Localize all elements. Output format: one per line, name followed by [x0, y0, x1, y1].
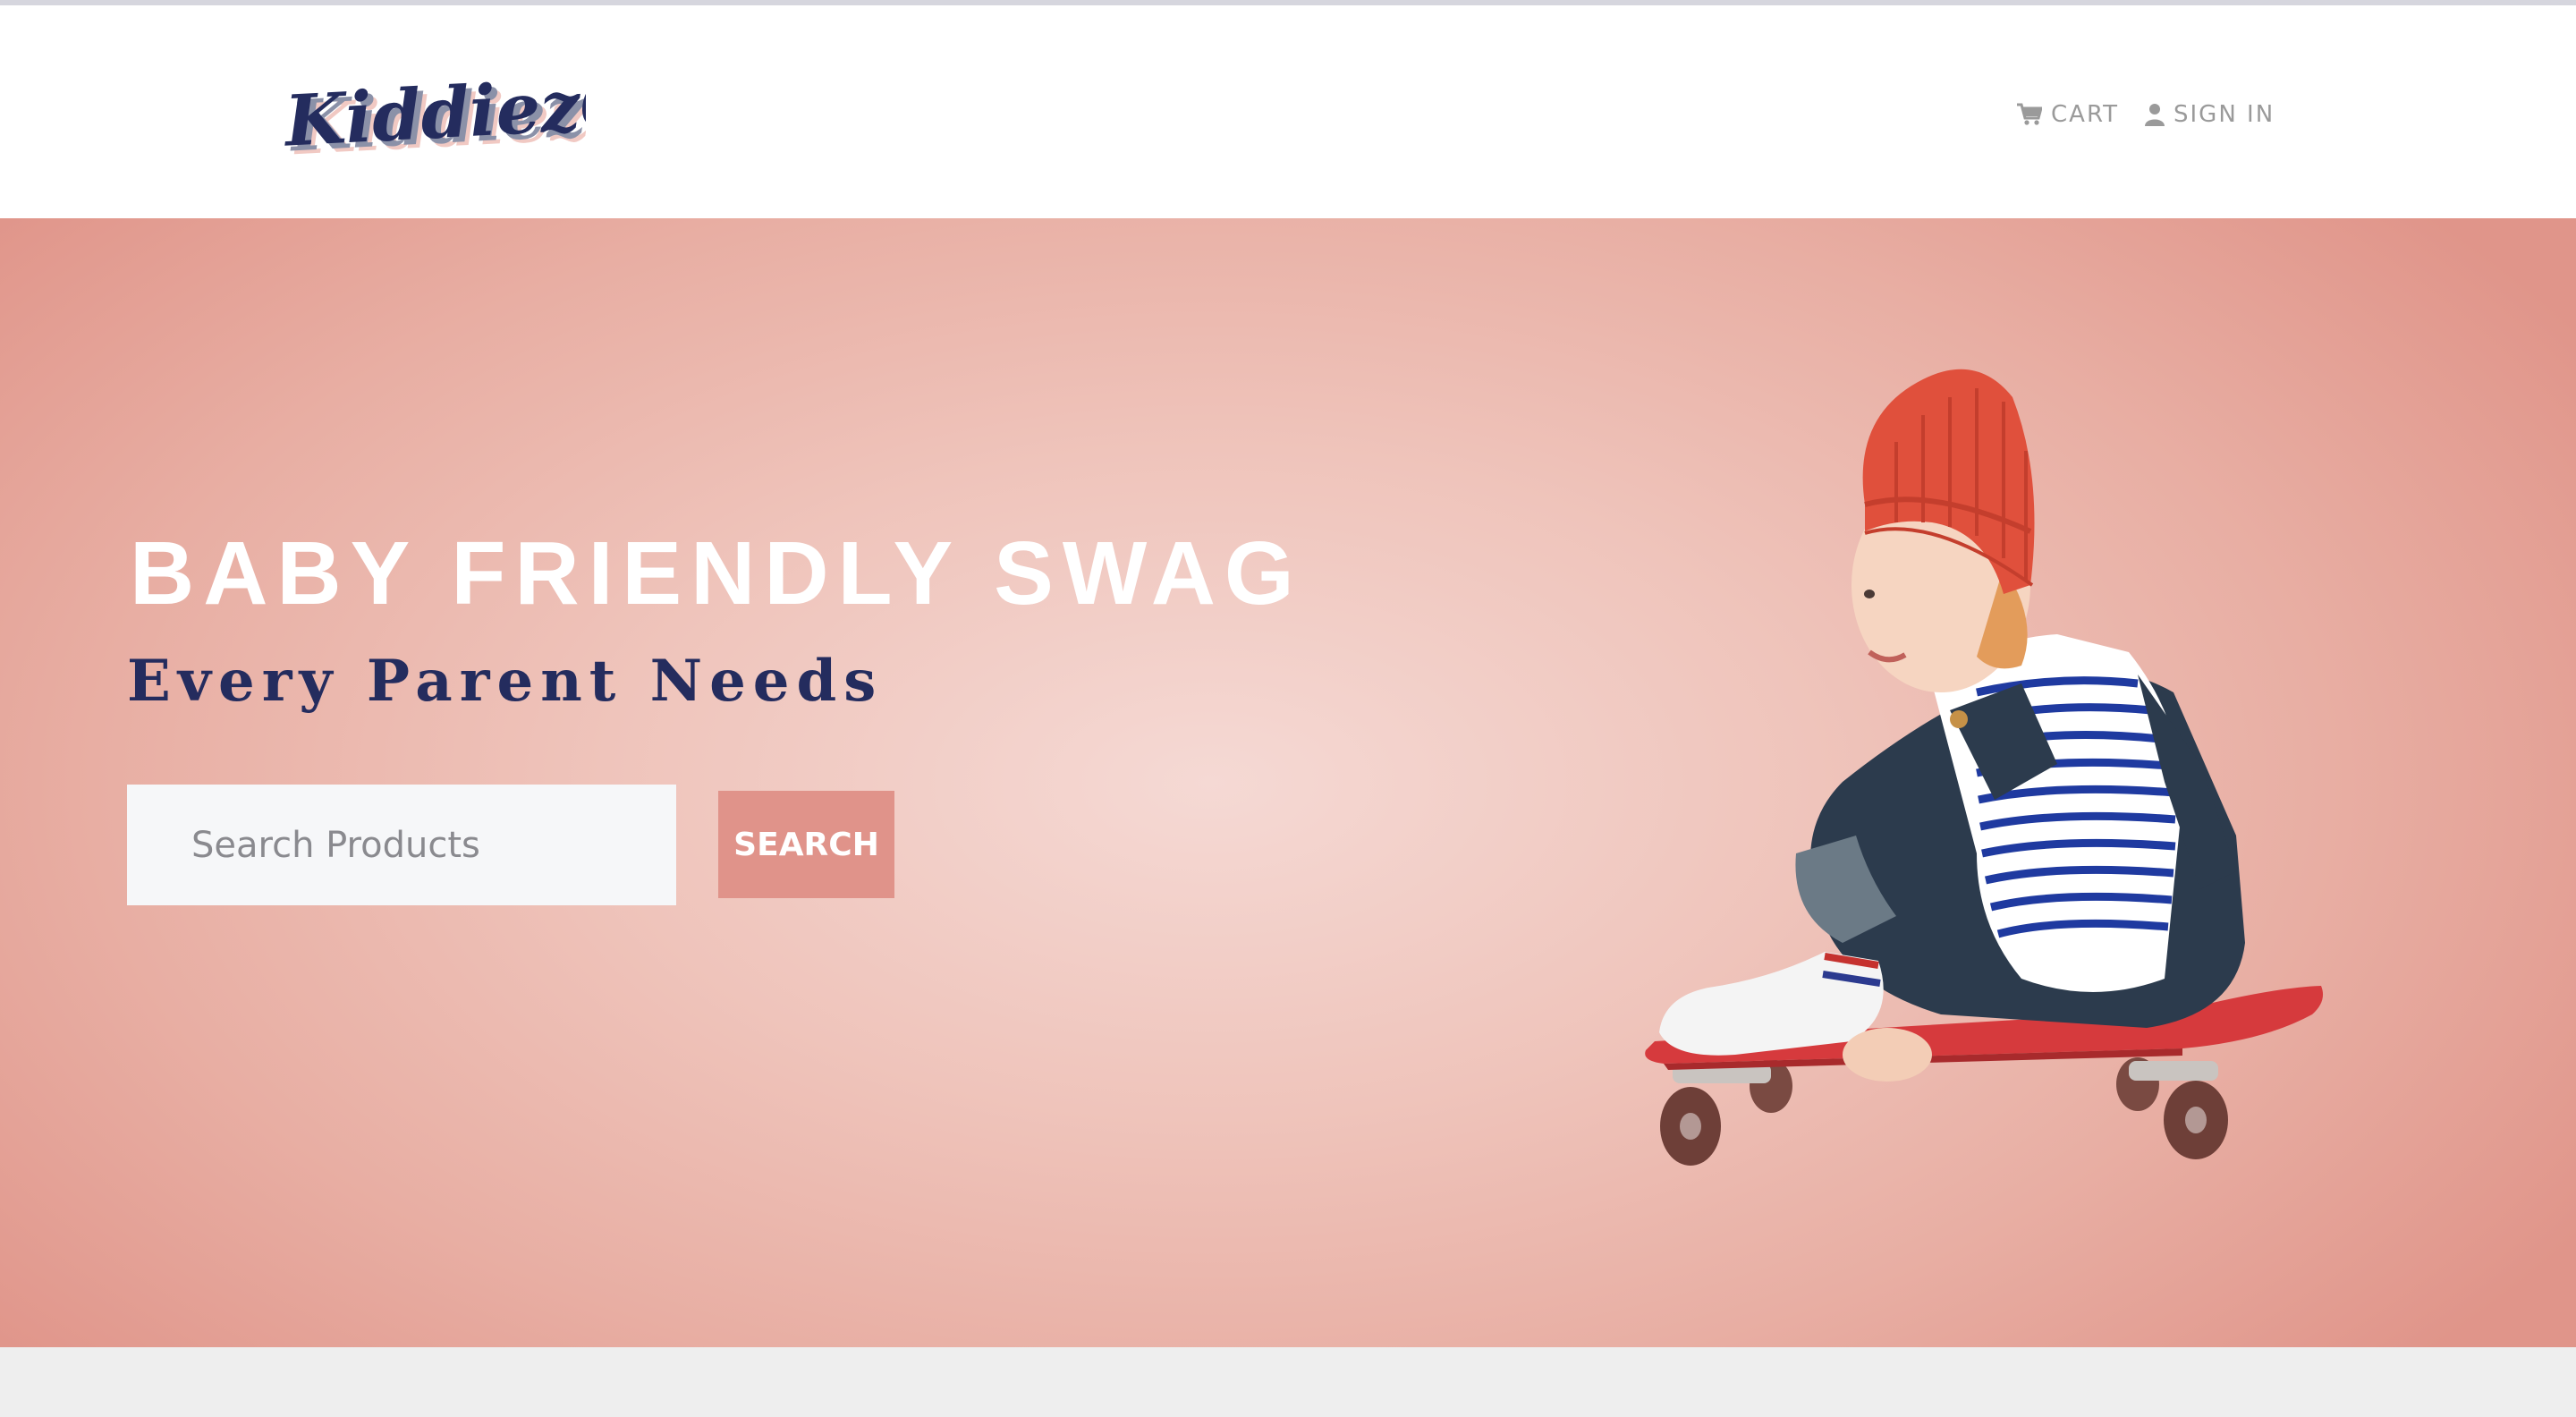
site-header: KiddiezGo KiddiezGo KiddiezGo CART SIGN …	[0, 5, 2576, 218]
search-input[interactable]	[127, 785, 676, 905]
logo-wordmark: KiddiezGo KiddiezGo KiddiezGo	[282, 70, 586, 171]
hero-title: BABY FRIENDLY SWAG	[130, 523, 1303, 624]
hero-subtitle: Every Parent Needs	[127, 648, 884, 715]
svg-text:KiddiezGo: KiddiezGo	[282, 70, 586, 163]
hero-banner: BABY FRIENDLY SWAG Every Parent Needs SE…	[0, 218, 2576, 1347]
search-button[interactable]: SEARCH	[718, 791, 894, 898]
brand-logo[interactable]: KiddiezGo KiddiezGo KiddiezGo	[282, 70, 586, 177]
cart-label: CART	[2051, 101, 2119, 128]
sign-in-link[interactable]: SIGN IN	[2145, 97, 2275, 132]
shopping-cart-icon	[2017, 103, 2042, 125]
sign-in-label: SIGN IN	[2174, 101, 2275, 128]
cart-link[interactable]: CART	[2017, 97, 2119, 132]
page-bottom-band	[0, 1347, 2576, 1417]
child-on-skateboard-image	[1556, 299, 2361, 1193]
user-icon	[2145, 104, 2165, 126]
